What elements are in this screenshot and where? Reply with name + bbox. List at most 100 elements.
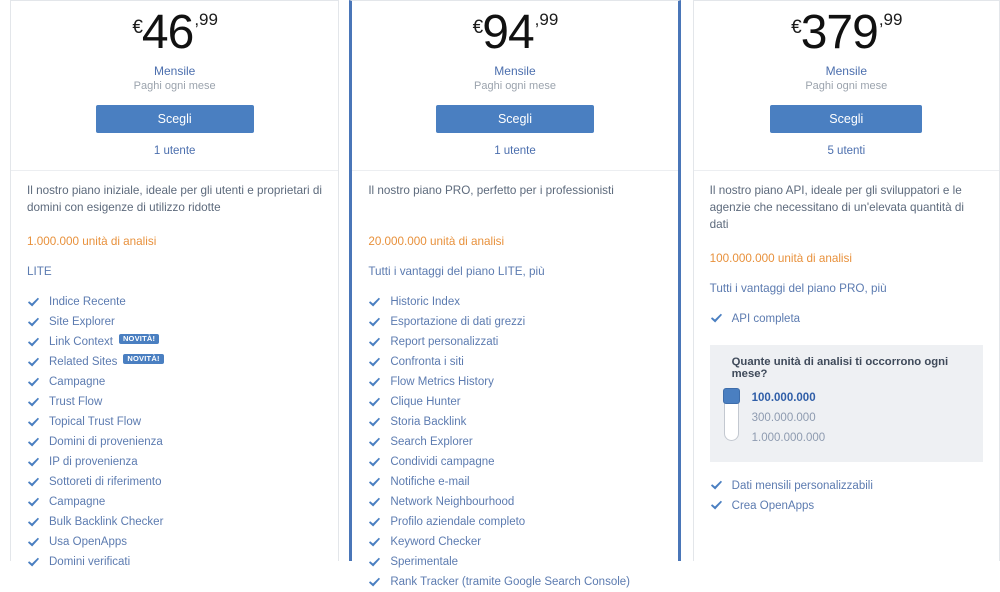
feature-item: Campagne bbox=[27, 492, 322, 512]
feature-item: Confronta i siti bbox=[368, 352, 661, 372]
feature-item: Campagne bbox=[27, 372, 322, 392]
feature-item: Condividi campagne bbox=[368, 452, 661, 472]
price-api: €379,99 bbox=[694, 9, 999, 61]
feature-label: Usa OpenApps bbox=[49, 536, 127, 548]
user-count-pro: 1 utente bbox=[494, 145, 536, 157]
feature-item: Network Neighbourhood bbox=[368, 492, 661, 512]
check-icon bbox=[368, 416, 381, 429]
analysis-units-api: 100.000.000 unità di analisi bbox=[709, 251, 852, 265]
slider-option[interactable]: 300.000.000 bbox=[752, 408, 826, 428]
feature-item: Historic Index bbox=[368, 292, 661, 312]
price-amount: 379 bbox=[800, 6, 879, 59]
check-icon bbox=[27, 456, 40, 469]
feature-label: Sperimentale bbox=[390, 556, 459, 568]
feature-label: Network Neighbourhood bbox=[390, 496, 515, 508]
feature-label: Clique Hunter bbox=[390, 396, 461, 408]
plan-header-api: €379,99 Mensile Paghi ogni mese Scegli 5… bbox=[693, 1, 999, 171]
check-icon bbox=[27, 416, 40, 429]
slider-handle[interactable] bbox=[722, 387, 740, 404]
currency-symbol: € bbox=[132, 17, 143, 38]
check-icon bbox=[368, 456, 381, 469]
feature-item: Clique Hunter bbox=[368, 392, 661, 412]
slider-option[interactable]: 1.000.000.000 bbox=[752, 428, 826, 448]
slider-widget[interactable]: 100.000.000 300.000.000 1.000.000.000 bbox=[722, 387, 969, 448]
new-badge: NOVITÀ! bbox=[123, 353, 164, 365]
feature-label: Bulk Backlink Checker bbox=[49, 516, 164, 528]
new-badge: NOVITÀ! bbox=[118, 333, 160, 345]
pricing-plans: €46,99 Mensile Paghi ogni mese Scegli 1 … bbox=[0, 0, 1000, 588]
feature-label: Topical Trust Flow bbox=[49, 416, 142, 428]
feature-label: Dati mensili personalizzabili bbox=[731, 479, 873, 492]
feature-label: Site Explorer bbox=[49, 316, 115, 328]
feature-label: Historic Index bbox=[390, 296, 460, 308]
check-icon bbox=[27, 516, 40, 529]
feature-label: Link Context bbox=[49, 336, 113, 348]
slider-question: Quante unità di analisi ti occorrono ogn… bbox=[731, 355, 949, 380]
plan-tier-api: Tutti i vantaggi del piano PRO, più bbox=[709, 281, 887, 295]
check-icon bbox=[368, 556, 381, 569]
check-icon bbox=[27, 496, 40, 509]
feature-item: Sottoreti di riferimento bbox=[27, 472, 322, 492]
slider-option[interactable]: 100.000.000 bbox=[752, 388, 826, 408]
feature-item: Sperimentale bbox=[368, 552, 661, 572]
choose-button-api[interactable]: Scegli bbox=[770, 105, 923, 133]
check-icon bbox=[368, 296, 381, 309]
billing-period: Mensile bbox=[494, 64, 536, 78]
check-icon bbox=[27, 296, 40, 309]
plan-description-lite: Il nostro piano iniziale, ideale per gli… bbox=[27, 184, 322, 214]
user-count-api: 5 utenti bbox=[827, 145, 866, 157]
price-cents: ,99 bbox=[534, 10, 559, 29]
feature-item: Flow Metrics History bbox=[368, 372, 661, 392]
feature-list-api-extra: Dati mensili personalizzabili Crea OpenAp… bbox=[710, 476, 983, 516]
analysis-units-pro: 20.000.000 unità di analisi bbox=[368, 235, 505, 248]
price-amount: 94 bbox=[482, 6, 534, 59]
plan-body-api: Il nostro piano API, ideale per gli svil… bbox=[694, 171, 999, 561]
plan-header-lite: €46,99 Mensile Paghi ogni mese Scegli 1 … bbox=[11, 1, 339, 171]
check-icon bbox=[27, 536, 40, 549]
billing-period: Mensile bbox=[825, 64, 867, 78]
plan-card-api: €379,99 Mensile Paghi ogni mese Scegli 5… bbox=[692, 0, 1000, 561]
feature-label: Related Sites bbox=[49, 356, 118, 368]
feature-item: Link Context NOVITÀ! bbox=[27, 332, 322, 352]
currency-symbol: € bbox=[791, 17, 802, 38]
feature-list-pro: Historic Index Esportazione di dati grezz… bbox=[368, 292, 661, 592]
feature-label: Condividi campagne bbox=[390, 456, 495, 468]
feature-label: Notifiche e-mail bbox=[390, 476, 470, 488]
choose-button-pro[interactable]: Scegli bbox=[435, 105, 594, 133]
check-icon bbox=[27, 356, 40, 369]
feature-item: Esportazione di dati grezzi bbox=[368, 312, 661, 332]
check-icon bbox=[368, 396, 381, 409]
currency-symbol: € bbox=[472, 17, 484, 38]
feature-label: API completa bbox=[731, 312, 801, 325]
feature-label: Keyword Checker bbox=[390, 536, 482, 548]
feature-item: Profilo aziendale completo bbox=[368, 512, 661, 532]
check-icon bbox=[368, 436, 381, 449]
check-icon bbox=[27, 476, 40, 489]
check-icon bbox=[368, 496, 381, 509]
feature-label: Rank Tracker (tramite Google Search Cons… bbox=[390, 576, 630, 588]
feature-item: Crea OpenApps bbox=[710, 496, 983, 516]
feature-item: Notifiche e-mail bbox=[368, 472, 661, 492]
check-icon bbox=[710, 312, 723, 325]
choose-button-lite[interactable]: Scegli bbox=[95, 105, 254, 133]
feature-item: Report personalizzati bbox=[368, 332, 661, 352]
check-icon bbox=[27, 316, 40, 329]
feature-item: Topical Trust Flow bbox=[27, 412, 322, 432]
feature-label: Storia Backlink bbox=[390, 416, 467, 428]
price-lite: €46,99 bbox=[11, 9, 338, 61]
check-icon bbox=[368, 536, 381, 549]
feature-item: Storia Backlink bbox=[368, 412, 661, 432]
feature-label: Report personalizzati bbox=[390, 336, 499, 348]
feature-item: API completa bbox=[710, 309, 983, 329]
analysis-units-lite: 1.000.000 unità di analisi bbox=[27, 235, 157, 248]
slider-track[interactable] bbox=[722, 387, 740, 441]
check-icon bbox=[368, 316, 381, 329]
feature-label: Confronta i siti bbox=[390, 356, 464, 368]
feature-label: Esportazione di dati grezzi bbox=[390, 316, 526, 328]
price-cents: ,99 bbox=[878, 10, 903, 29]
feature-label: IP di provenienza bbox=[49, 456, 138, 468]
feature-label: Trust Flow bbox=[49, 396, 103, 408]
plan-header-pro: €94,99 Mensile Paghi ogni mese Scegli 1 … bbox=[352, 1, 678, 171]
plan-body-pro: Il nostro piano PRO, perfetto per i prof… bbox=[352, 171, 677, 592]
feature-label: Search Explorer bbox=[390, 436, 473, 448]
